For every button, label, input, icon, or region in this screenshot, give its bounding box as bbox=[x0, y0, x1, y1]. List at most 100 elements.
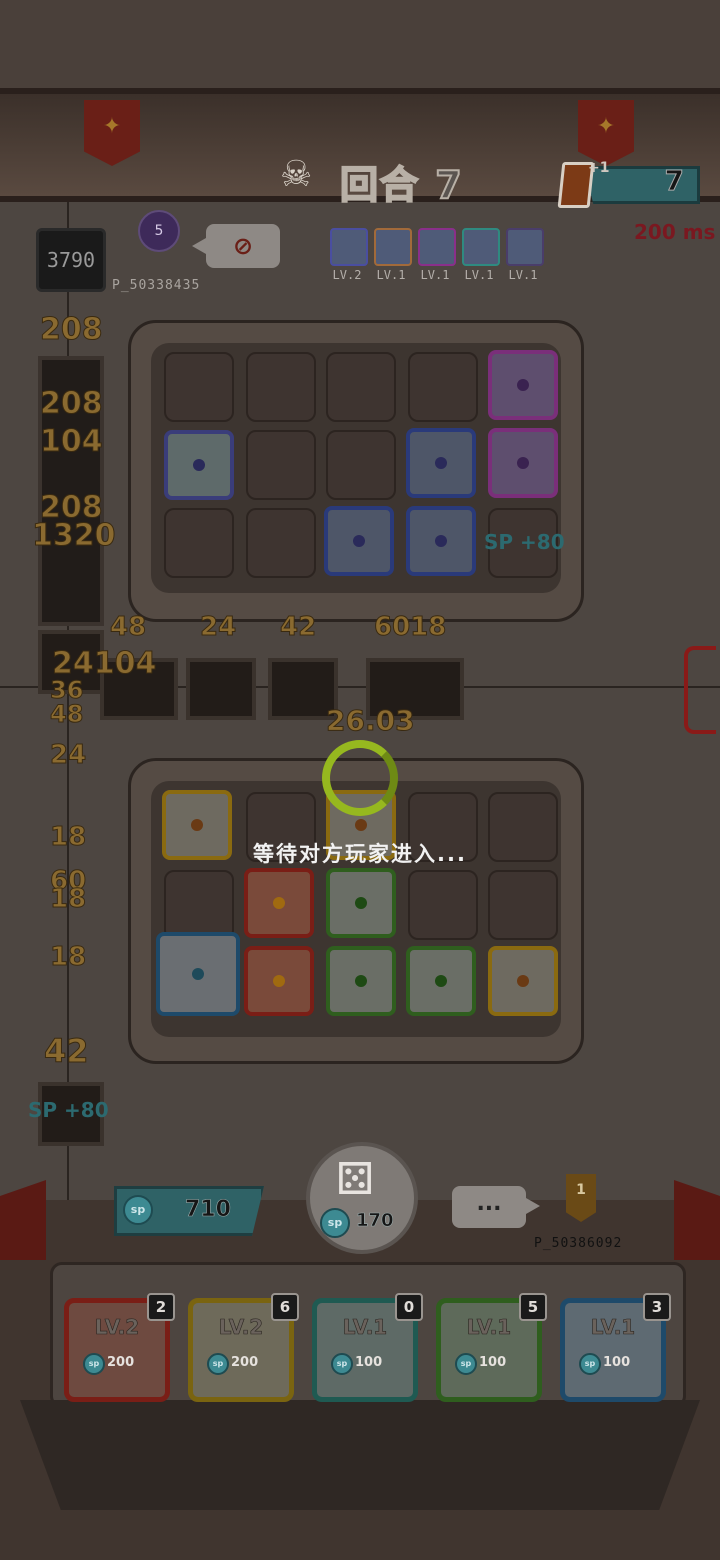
opponent-die bbox=[164, 430, 234, 500]
die-pip bbox=[273, 975, 285, 987]
deck-die-button[interactable]: LV.1 sp 100 3 bbox=[560, 1293, 671, 1402]
deck-die-count: 2 bbox=[147, 1293, 175, 1321]
player-die[interactable] bbox=[326, 868, 396, 938]
damage-number: 48 bbox=[109, 612, 147, 643]
sp-icon: sp bbox=[455, 1353, 477, 1375]
board-slot[interactable] bbox=[488, 870, 558, 940]
damage-number: 1320 bbox=[32, 518, 116, 554]
opponent-deck-die[interactable] bbox=[418, 228, 456, 266]
damage-number: 6018 bbox=[373, 612, 447, 643]
opponent-deck-die[interactable] bbox=[462, 228, 500, 266]
die-pip bbox=[353, 535, 365, 547]
dice-icon: ⚄ bbox=[336, 1154, 375, 1205]
round-label: 回合 7 bbox=[339, 162, 464, 208]
deck-die-count: 6 bbox=[271, 1293, 299, 1321]
player-die[interactable] bbox=[244, 946, 314, 1016]
player-name: P_50386092 bbox=[534, 1236, 623, 1251]
roll-dice-button[interactable]: ⚄ sp 170 bbox=[306, 1142, 418, 1254]
player-die[interactable] bbox=[156, 932, 240, 1016]
opponent-die bbox=[406, 506, 476, 576]
enemy-spawn-marker bbox=[684, 646, 716, 734]
deck-die-button[interactable]: LV.2 sp 200 6 bbox=[188, 1293, 299, 1402]
opponent-name: P_50338435 bbox=[112, 278, 201, 293]
board-slot[interactable] bbox=[408, 870, 478, 940]
opponent-deck-level: LV.1 bbox=[376, 268, 406, 282]
opponent-die bbox=[488, 350, 558, 420]
deck-die-button[interactable]: LV.2 sp 200 2 bbox=[64, 1293, 175, 1402]
board-slot bbox=[326, 352, 396, 422]
opponent-deck-level: LV.1 bbox=[464, 268, 494, 282]
card-plus: +1 bbox=[588, 160, 610, 176]
damage-number: 18 bbox=[49, 942, 87, 973]
opponent-deck-level: LV.2 bbox=[332, 268, 362, 282]
deck-die-count: 3 bbox=[643, 1293, 671, 1321]
card-count: 7 bbox=[664, 164, 685, 198]
die-pip bbox=[355, 975, 367, 987]
die-pip bbox=[517, 379, 529, 391]
board-slot bbox=[246, 508, 316, 578]
player-die[interactable] bbox=[244, 868, 314, 938]
opponent-deck-level: LV.1 bbox=[420, 268, 450, 282]
board-slot bbox=[164, 352, 234, 422]
opponent-die bbox=[406, 428, 476, 498]
card-counter: +1 7 bbox=[557, 160, 700, 208]
game-screen: ✦ ✦ ☠ 回合 7 +1 7 200 ms 3790 5 P_50338435… bbox=[0, 0, 720, 1560]
board-slot bbox=[408, 352, 478, 422]
damage-number: 18 bbox=[49, 884, 87, 915]
sp-icon: sp bbox=[83, 1353, 105, 1375]
opponent-deck-die[interactable] bbox=[374, 228, 412, 266]
opponent-deck-die[interactable] bbox=[330, 228, 368, 266]
board-slot bbox=[246, 430, 316, 500]
block-icon: ⊘ bbox=[232, 232, 254, 260]
die-pip bbox=[191, 819, 203, 831]
player-rank: 1 bbox=[576, 1182, 586, 1198]
opponent-die bbox=[324, 506, 394, 576]
die-pip bbox=[192, 968, 204, 980]
board-slot bbox=[164, 508, 234, 578]
die-pip bbox=[435, 457, 447, 469]
sp-value: 710 bbox=[185, 1197, 232, 1223]
player-die[interactable] bbox=[406, 946, 476, 1016]
player-rank-badge[interactable]: 1 bbox=[566, 1174, 596, 1222]
deck-die-count: 5 bbox=[519, 1293, 547, 1321]
damage-number: 24 bbox=[199, 612, 237, 643]
damage-number: 42 bbox=[44, 1032, 90, 1071]
emote-chat-button[interactable]: ... bbox=[452, 1186, 540, 1228]
opponent-die bbox=[488, 428, 558, 498]
deck-die-cost: 100 bbox=[603, 1355, 631, 1370]
sp-icon: sp bbox=[579, 1353, 601, 1375]
sp-counter: sp 710 bbox=[114, 1186, 264, 1236]
deck-die-button[interactable]: LV.1 sp 100 5 bbox=[436, 1293, 547, 1402]
board-slot[interactable] bbox=[164, 870, 234, 940]
sp-gain-float: SP +80 bbox=[484, 530, 565, 554]
opponent-deck-level: LV.1 bbox=[508, 268, 538, 282]
deck-die-cost: 100 bbox=[479, 1355, 507, 1370]
round-indicator: ☠ 回合 7 bbox=[276, 150, 476, 210]
wolf-emblem-icon: ✦ bbox=[102, 114, 122, 139]
die-pip bbox=[435, 535, 447, 547]
waiting-message: 等待对方玩家进入... bbox=[253, 842, 467, 866]
deck-die-button[interactable]: LV.1 sp 100 0 bbox=[312, 1293, 423, 1402]
die-pip bbox=[193, 459, 205, 471]
sp-icon: sp bbox=[207, 1353, 229, 1375]
opponent-emote-bubble[interactable]: ⊘ bbox=[192, 224, 280, 268]
die-pip bbox=[355, 819, 367, 831]
opponent-rank-badge[interactable]: 5 bbox=[138, 210, 180, 258]
sp-icon: sp bbox=[331, 1353, 353, 1375]
player-die[interactable] bbox=[326, 946, 396, 1016]
damage-number: 104 bbox=[40, 424, 104, 460]
left-spike-decoration bbox=[0, 1180, 46, 1260]
right-spike-decoration bbox=[674, 1180, 720, 1260]
die-pip bbox=[355, 897, 367, 909]
damage-number: 208 bbox=[40, 386, 104, 422]
player-die[interactable] bbox=[488, 946, 558, 1016]
opponent-deck-die[interactable] bbox=[506, 228, 544, 266]
wolf-emblem-icon: ✦ bbox=[596, 114, 616, 139]
damage-number: 208 bbox=[40, 312, 104, 348]
damage-number: 24 bbox=[49, 740, 87, 771]
deck-die-cost: 200 bbox=[231, 1355, 259, 1370]
board-slot bbox=[246, 352, 316, 422]
opponent-deck: LV.2 LV.1 LV.1 LV.1 LV.1 bbox=[330, 228, 544, 284]
die-pip bbox=[273, 897, 285, 909]
roll-cost: 170 bbox=[356, 1210, 394, 1232]
